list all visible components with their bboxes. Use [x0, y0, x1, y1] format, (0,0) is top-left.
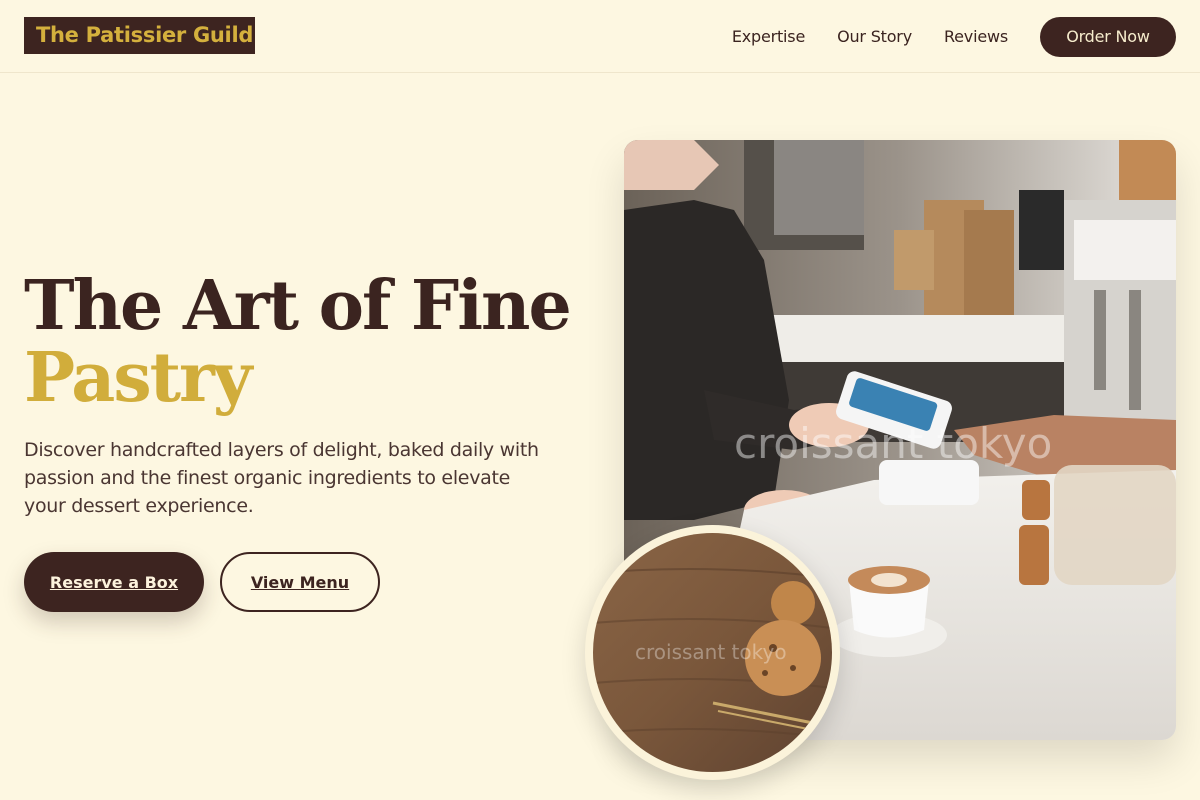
- hero-title-line1: The Art of Fine: [24, 266, 572, 346]
- site-header: The Patissier Guild Expertise Our Story …: [0, 0, 1200, 73]
- order-now-button[interactable]: Order Now: [1040, 16, 1176, 57]
- cookie-inset-photo: croissant tokyo: [585, 525, 840, 780]
- main-photo-watermark: croissant tokyo: [734, 419, 1052, 468]
- main-nav: Expertise Our Story Reviews Order Now: [732, 0, 1176, 73]
- hero-subtitle: Discover handcrafted layers of delight, …: [24, 439, 539, 517]
- brand-logo[interactable]: The Patissier Guild: [24, 17, 255, 54]
- hero-title: The Art of Fine Pastry: [24, 270, 584, 414]
- nav-link-expertise[interactable]: Expertise: [732, 27, 805, 46]
- hero-title-accent: Pastry: [24, 338, 252, 418]
- inset-photo-watermark: croissant tokyo: [635, 640, 787, 664]
- reserve-box-button[interactable]: Reserve a Box: [24, 552, 204, 612]
- nav-link-reviews[interactable]: Reviews: [944, 27, 1008, 46]
- nav-link-our-story[interactable]: Our Story: [837, 27, 912, 46]
- view-menu-button[interactable]: View Menu: [220, 552, 380, 612]
